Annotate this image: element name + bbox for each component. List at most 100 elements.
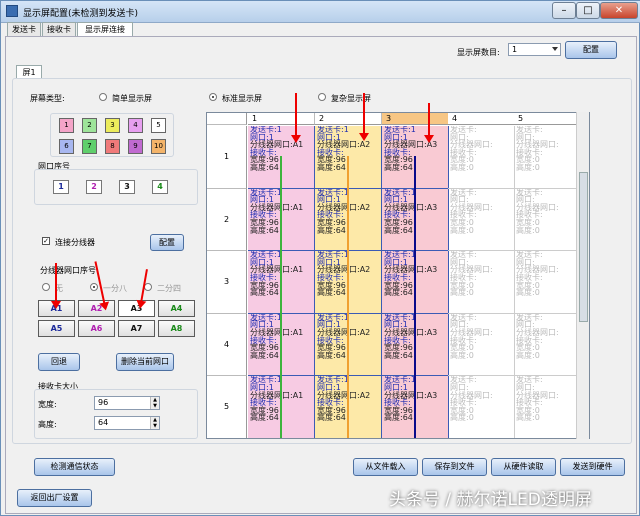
send-hardware-button[interactable]: 发送到硬件: [560, 458, 625, 476]
grid-scrollbar[interactable]: [576, 112, 589, 439]
grid-cell[interactable]: 发送卡: 网口: 分线器网口: 接收卡: 宽度:0 高度:0: [448, 126, 515, 189]
color-square[interactable]: 4: [128, 118, 143, 133]
color-square[interactable]: 3: [105, 118, 120, 133]
color-group: 1 2 3 4 5 6 7 8 9 10: [50, 113, 174, 157]
column-header[interactable]: 2: [315, 113, 382, 125]
screen-grid[interactable]: 1 2 3 4 5 1 发送卡:1 网口:1 分线器网口:A1 接收卡: 宽度:96 高度:64 发送卡…: [206, 112, 590, 439]
splitter-port-button[interactable]: A5: [38, 320, 75, 337]
color-square[interactable]: 6: [59, 139, 74, 154]
cell-text: 高度:64: [317, 225, 346, 235]
color-square[interactable]: 8: [105, 139, 120, 154]
close-button[interactable]: ✕: [600, 2, 638, 19]
color-square[interactable]: 1: [59, 118, 74, 133]
row-header[interactable]: 2: [207, 188, 247, 252]
config-window: 显示屏配置(未检测到发送卡) – □ ✕ 发送卡 接收卡 显示屏连接 显示屏数目…: [0, 0, 640, 516]
grid-cell[interactable]: 发送卡: 网口: 分线器网口: 接收卡: 宽度:0 高度:0: [448, 313, 515, 377]
grid-cell[interactable]: 发送卡: 网口: 分线器网口: 接收卡: 宽度:0 高度:0: [514, 126, 581, 189]
factory-reset-button[interactable]: 返回出厂设置: [17, 489, 92, 507]
height-input[interactable]: 64 ▲ ▼: [94, 416, 160, 430]
load-file-button[interactable]: 从文件载入: [353, 458, 418, 476]
red-arrow-icon: [359, 93, 369, 141]
splitter-port-button[interactable]: A6: [78, 320, 115, 337]
splitter-port-button[interactable]: A8: [158, 320, 195, 337]
net-port-button[interactable]: 3: [119, 180, 135, 194]
color-square[interactable]: 7: [82, 139, 97, 154]
cell-text: 高度:64: [384, 288, 413, 298]
cell-text: 高度:64: [384, 413, 413, 423]
radio-standard[interactable]: [209, 93, 217, 101]
column-header[interactable]: 1: [248, 113, 315, 125]
cell-text: 高度:64: [317, 350, 346, 360]
cell-text: 高度:64: [250, 350, 279, 360]
splitter-port-button[interactable]: A7: [118, 320, 155, 337]
column-header[interactable]: 5: [514, 113, 581, 125]
grid-cell[interactable]: 发送卡: 网口: 分线器网口: 接收卡: 宽度:0 高度:0: [514, 251, 581, 314]
cell-text: 高度:0: [516, 350, 540, 360]
simple-label: 简单显示屏: [112, 94, 152, 103]
net-port-button[interactable]: 4: [152, 180, 168, 194]
radio-none[interactable]: [42, 283, 50, 291]
splitter-config-button[interactable]: 配置: [150, 234, 184, 251]
color-square[interactable]: 2: [82, 118, 97, 133]
grid-cell[interactable]: 发送卡: 网口: 分线器网口: 接收卡: 宽度:0 高度:0: [514, 188, 581, 252]
cell-text: 高度:64: [384, 350, 413, 360]
splitter-port-button[interactable]: A4: [158, 300, 195, 317]
tab-receive-card[interactable]: 接收卡: [42, 22, 76, 37]
spinner-arrows-icon[interactable]: ▲ ▼: [150, 397, 159, 409]
read-hardware-button[interactable]: 从硬件读取: [491, 458, 556, 476]
screen-count-label: 显示屏数目:: [457, 48, 500, 57]
row-header[interactable]: 1: [207, 126, 247, 189]
cell-text: 高度:0: [450, 413, 474, 423]
spinner-arrows-icon[interactable]: ▲ ▼: [150, 417, 159, 429]
row-header[interactable]: 3: [207, 251, 247, 314]
color-square[interactable]: 5: [151, 118, 166, 133]
column-header[interactable]: 3: [382, 113, 449, 125]
radio-simple[interactable]: [99, 93, 107, 101]
grid-cell[interactable]: 发送卡: 网口: 分线器网口: 接收卡: 宽度:0 高度:0: [514, 376, 581, 438]
chevron-down-icon: [552, 47, 558, 51]
scroll-thumb[interactable]: [579, 172, 588, 322]
column-header[interactable]: 4: [448, 113, 515, 125]
screen-count-select[interactable]: 1: [508, 43, 561, 56]
cell-text: 高度:0: [516, 162, 540, 172]
screen-config-button[interactable]: 配置: [565, 41, 617, 59]
radio-one-to-eight[interactable]: [90, 283, 98, 291]
tab-send-card[interactable]: 发送卡: [7, 22, 41, 37]
color-square[interactable]: 10: [151, 139, 166, 154]
one-to-eight-label: 一分八: [103, 284, 127, 293]
grid-cell[interactable]: 发送卡: 网口: 分线器网口: 接收卡: 宽度:0 高度:0: [514, 313, 581, 377]
net-port-button[interactable]: 2: [86, 180, 102, 194]
tab-screen-1[interactable]: 屏1: [16, 65, 42, 79]
red-arrow-icon: [291, 93, 301, 143]
cell-text: 高度:0: [516, 288, 540, 298]
radio-complex[interactable]: [318, 93, 326, 101]
cell-text: 高度:64: [250, 413, 279, 423]
grid-corner: [207, 113, 247, 125]
app-icon: [6, 5, 18, 17]
color-square[interactable]: 9: [128, 139, 143, 154]
width-input[interactable]: 96 ▲ ▼: [94, 396, 160, 410]
row-header[interactable]: 5: [207, 376, 247, 438]
connect-splitter-checkbox[interactable]: ✓: [42, 237, 50, 245]
cell-text: 高度:64: [317, 288, 346, 298]
one-to-four-label: 二分四: [157, 284, 181, 293]
detect-status-button[interactable]: 检测通信状态: [34, 458, 115, 476]
minimize-button[interactable]: –: [552, 2, 576, 19]
cell-text: 高度:0: [450, 288, 474, 298]
net-port-button[interactable]: 1: [53, 180, 69, 194]
undo-button[interactable]: 回退: [38, 353, 80, 371]
standard-label: 标准显示屏: [222, 94, 262, 103]
window-title: 显示屏配置(未检测到发送卡): [23, 9, 139, 19]
tab-screen-connection[interactable]: 显示屏连接: [77, 22, 133, 37]
save-file-button[interactable]: 保存到文件: [422, 458, 487, 476]
screen-count-value: 1: [512, 45, 518, 54]
title-bar: 显示屏配置(未检测到发送卡) – □ ✕: [1, 1, 640, 23]
row-header[interactable]: 4: [207, 313, 247, 377]
cell-text: 高度:64: [384, 225, 413, 235]
grid-cell[interactable]: 发送卡: 网口: 分线器网口: 接收卡: 宽度:0 高度:0: [448, 188, 515, 252]
grid-cell[interactable]: 发送卡: 网口: 分线器网口: 接收卡: 宽度:0 高度:0: [448, 376, 515, 438]
screen-type-label: 屏幕类型:: [30, 94, 65, 103]
delete-port-button[interactable]: 删除当前网口: [116, 353, 174, 371]
maximize-button[interactable]: □: [576, 2, 600, 19]
grid-cell[interactable]: 发送卡: 网口: 分线器网口: 接收卡: 宽度:0 高度:0: [448, 251, 515, 314]
